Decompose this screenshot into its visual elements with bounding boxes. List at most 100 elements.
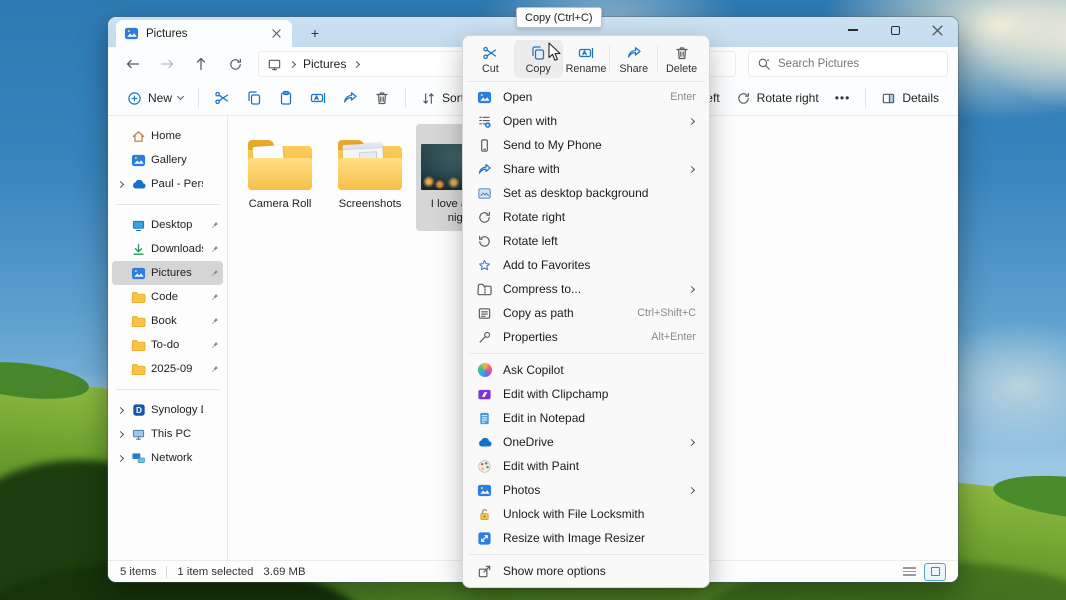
- refresh-button[interactable]: [220, 51, 250, 77]
- forward-button[interactable]: [152, 51, 182, 77]
- mouse-cursor: [548, 42, 562, 62]
- sidebar-item-2025-09[interactable]: 2025-09: [112, 357, 223, 381]
- search-icon: [757, 57, 771, 71]
- pin-icon: [207, 340, 221, 351]
- tab-pictures[interactable]: Pictures: [116, 20, 292, 47]
- expand-chevron-icon[interactable]: [116, 406, 123, 413]
- up-button[interactable]: [186, 51, 216, 77]
- sidebar-item-downloads[interactable]: Downloads: [112, 237, 223, 261]
- menu-item-properties[interactable]: Properties Alt+Enter: [467, 325, 705, 349]
- cut-icon: [482, 45, 498, 61]
- menu-item-compress-to[interactable]: Compress to...: [467, 277, 705, 301]
- details-pane-icon: [881, 91, 896, 106]
- cut-icon: [214, 90, 230, 106]
- back-button[interactable]: [118, 51, 148, 77]
- menu-item-add-to-favorites[interactable]: Add to Favorites: [467, 253, 705, 277]
- menu-item-unlock-with-file-locksmith[interactable]: Unlock with File Locksmith: [467, 502, 705, 526]
- details-button[interactable]: Details: [874, 84, 946, 112]
- show-more-icon: [476, 564, 493, 579]
- onedrive-icon: [130, 176, 147, 192]
- delete-quick-button[interactable]: Delete: [658, 40, 705, 78]
- menu-item-rotate-left[interactable]: Rotate left: [467, 229, 705, 253]
- sidebar-item-gallery[interactable]: Gallery: [112, 148, 223, 172]
- menu-item-share-with[interactable]: Share with: [467, 157, 705, 181]
- paint-icon: [476, 459, 493, 474]
- menu-item-onedrive[interactable]: OneDrive: [467, 430, 705, 454]
- pin-icon: [207, 220, 221, 231]
- clipchamp-icon: [476, 387, 493, 402]
- close-button[interactable]: [916, 17, 958, 43]
- submenu-chevron-icon: [688, 117, 695, 124]
- minimize-button[interactable]: [832, 17, 874, 43]
- new-button[interactable]: New: [120, 84, 190, 112]
- menu-item-edit-with-paint[interactable]: Edit with Paint: [467, 454, 705, 478]
- menu-item-edit-in-notepad[interactable]: Edit in Notepad: [467, 406, 705, 430]
- rename-icon: [578, 45, 594, 61]
- more-options-button[interactable]: •••: [828, 84, 858, 112]
- chevron-right-icon: [289, 60, 296, 67]
- sidebar-item-network[interactable]: Network: [112, 446, 223, 470]
- trash-icon: [674, 45, 690, 61]
- menu-item-edit-with-clipchamp[interactable]: Edit with Clipchamp: [467, 382, 705, 406]
- rotate-right-button[interactable]: Rotate right: [729, 84, 826, 112]
- menu-item-open[interactable]: Open Enter: [467, 85, 705, 109]
- menu-item-photos[interactable]: Photos: [467, 478, 705, 502]
- submenu-chevron-icon: [688, 285, 695, 292]
- menu-item-send-to-my-phone[interactable]: Send to My Phone: [467, 133, 705, 157]
- sidebar-item-book[interactable]: Book: [112, 309, 223, 333]
- sidebar-item-code[interactable]: Code: [112, 285, 223, 309]
- trash-icon: [374, 90, 390, 106]
- paste-icon: [278, 90, 294, 106]
- cut-button[interactable]: [207, 84, 237, 112]
- item-count: 5 items: [120, 566, 156, 578]
- share-icon: [342, 90, 358, 106]
- folder-icon: [130, 362, 147, 377]
- expand-chevron-icon[interactable]: [116, 454, 123, 461]
- file-name: Screenshots: [339, 197, 402, 211]
- selection-info: 1 item selected: [177, 566, 253, 578]
- sidebar-item-to-do[interactable]: To-do: [112, 333, 223, 357]
- rename-quick-button[interactable]: Rename: [563, 40, 610, 78]
- expand-chevron-icon[interactable]: [116, 430, 123, 437]
- menu-item-set-as-desktop-background[interactable]: Set as desktop background: [467, 181, 705, 205]
- cut-quick-button[interactable]: Cut: [467, 40, 514, 78]
- share-button[interactable]: [335, 84, 365, 112]
- rename-button[interactable]: [303, 84, 333, 112]
- tab-close-icon[interactable]: [268, 26, 284, 42]
- menu-item-resize-with-image-resizer[interactable]: Resize with Image Resizer: [467, 526, 705, 550]
- maximize-icon: [891, 26, 900, 35]
- maximize-button[interactable]: [874, 17, 916, 43]
- breadcrumb-pictures[interactable]: Pictures: [303, 57, 346, 71]
- delete-button[interactable]: [367, 84, 397, 112]
- list-view-button[interactable]: [903, 567, 916, 576]
- sidebar-item-synology-drive[interactable]: D Synology Drive - th: [112, 398, 223, 422]
- folder-icon: [338, 140, 402, 190]
- copy-path-icon: [476, 306, 493, 321]
- sidebar-item-this-pc[interactable]: This PC: [112, 422, 223, 446]
- photos-icon: [130, 266, 147, 281]
- search-input[interactable]: Search Pictures: [748, 51, 948, 77]
- sidebar-item-home[interactable]: Home: [112, 124, 223, 148]
- share-quick-button[interactable]: Share: [610, 40, 657, 78]
- folder-screenshots[interactable]: Screenshots: [326, 124, 414, 217]
- sidebar-item-onedrive-personal[interactable]: Paul - Personal: [112, 172, 223, 196]
- sidebar-item-pictures[interactable]: Pictures: [112, 261, 223, 285]
- large-thumbnails-view-button[interactable]: [924, 563, 946, 581]
- folder-icon: [130, 314, 147, 329]
- expand-chevron-icon[interactable]: [116, 180, 123, 187]
- new-tab-button[interactable]: +: [306, 24, 324, 42]
- menu-item-rotate-right[interactable]: Rotate right: [467, 205, 705, 229]
- menu-item-show-more-options[interactable]: Show more options: [467, 559, 705, 583]
- folder-camera-roll[interactable]: Camera Roll: [236, 124, 324, 217]
- phone-icon: [476, 138, 493, 153]
- menu-item-copy-as-path[interactable]: Copy as path Ctrl+Shift+C: [467, 301, 705, 325]
- paste-button[interactable]: [271, 84, 301, 112]
- copy-button[interactable]: [239, 84, 269, 112]
- menu-item-open-with[interactable]: Open with: [467, 109, 705, 133]
- quick-actions: Cut Copy Rename Share Delete: [467, 40, 705, 82]
- close-icon: [932, 25, 943, 36]
- submenu-chevron-icon: [688, 165, 695, 172]
- menu-item-ask-copilot[interactable]: Ask Copilot: [467, 358, 705, 382]
- copy-icon: [530, 45, 546, 61]
- sidebar-item-desktop[interactable]: Desktop: [112, 213, 223, 237]
